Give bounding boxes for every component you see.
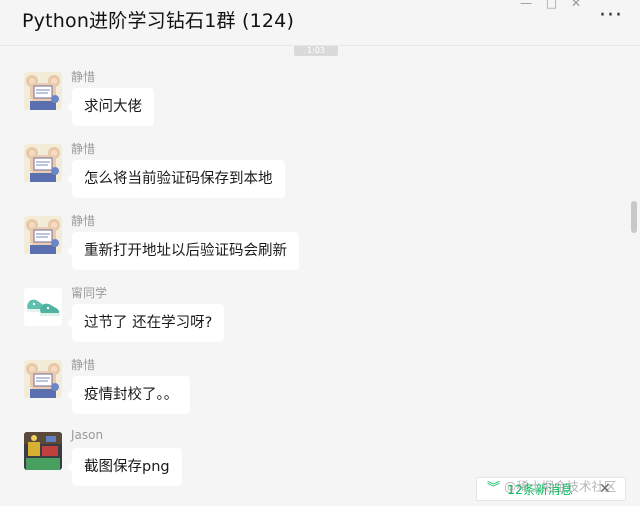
minimize-button[interactable]: — xyxy=(520,0,532,10)
photo-avatar-icon[interactable] xyxy=(24,432,62,470)
double-chevron-down-icon: ︾ xyxy=(487,481,501,496)
message-bubble[interactable]: 怎么将当前验证码保存到本地 xyxy=(67,160,285,198)
message-item: 甯同学 过节了 还在学习呀? xyxy=(0,286,620,356)
message-item: 静惜 重新打开地址以后验证码会刷新 xyxy=(0,214,620,284)
bear-avatar-icon[interactable] xyxy=(24,360,62,398)
sender-name[interactable]: 静惜 xyxy=(71,356,95,373)
bear-avatar-icon[interactable] xyxy=(24,216,62,254)
shoes-avatar-icon[interactable] xyxy=(24,288,62,326)
message-bubble[interactable]: 重新打开地址以后验证码会刷新 xyxy=(67,232,299,270)
message-bubble[interactable]: 疫情封校了。。 xyxy=(66,376,191,414)
sender-name[interactable]: 甯同学 xyxy=(71,284,107,301)
scrollbar-thumb[interactable] xyxy=(631,201,637,233)
sender-name[interactable]: 静惜 xyxy=(71,140,95,157)
bear-avatar-icon[interactable] xyxy=(24,144,62,182)
chat-window: — □ ✕ Python进阶学习钻石1群 (124) ··· 1:03 静惜 求… xyxy=(0,0,640,506)
chat-header: — □ ✕ Python进阶学习钻石1群 (124) ··· xyxy=(0,0,640,46)
window-controls: — □ ✕ xyxy=(520,0,591,10)
close-window-button[interactable]: ✕ xyxy=(571,0,581,10)
message-bubble[interactable]: 求问大佬 xyxy=(67,88,154,126)
message-bubble[interactable]: 过节了 还在学习呀? xyxy=(66,304,225,342)
new-messages-button[interactable]: ︾ 12条新消息 ✕ xyxy=(476,477,626,501)
maximize-button[interactable]: □ xyxy=(546,0,557,10)
new-messages-label: 12条新消息 xyxy=(507,482,573,497)
bear-avatar-icon[interactable] xyxy=(24,72,62,110)
message-bubble[interactable]: 截图保存png xyxy=(67,448,182,486)
message-item: 静惜 求问大佬 xyxy=(0,70,620,140)
chat-title: Python进阶学习钻石1群 (124) xyxy=(22,10,295,32)
message-item: 静惜 疫情封校了。。 xyxy=(0,358,620,428)
close-icon[interactable]: ✕ xyxy=(599,480,611,498)
timestamp-chip: 1:03 xyxy=(294,46,338,56)
sender-name[interactable]: Jason xyxy=(71,428,103,442)
more-options-button[interactable]: ··· xyxy=(596,5,626,30)
sender-name[interactable]: 静惜 xyxy=(71,68,95,85)
message-item: 静惜 怎么将当前验证码保存到本地 xyxy=(0,142,620,212)
sender-name[interactable]: 静惜 xyxy=(71,212,95,229)
